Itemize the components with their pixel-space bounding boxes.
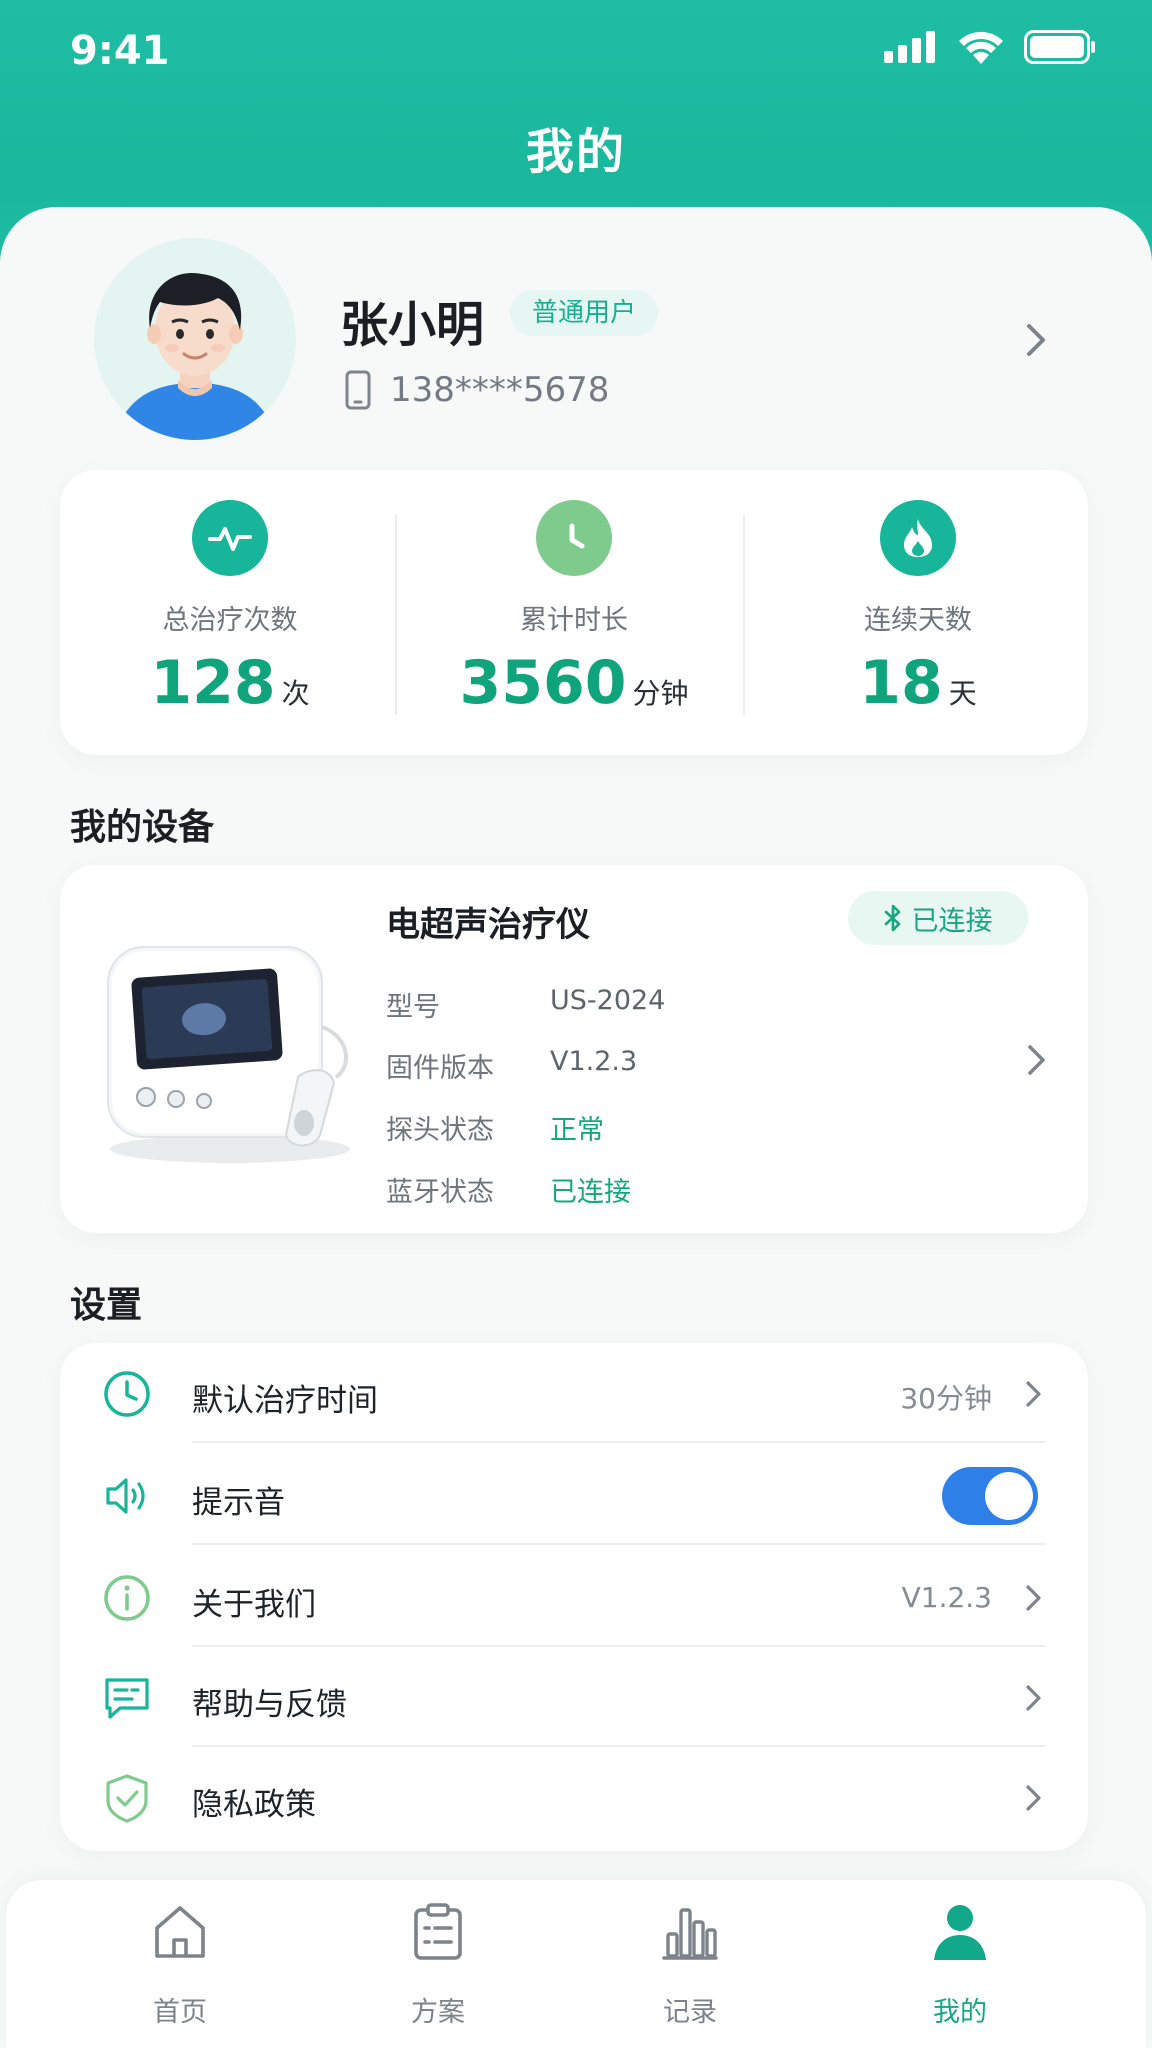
device-name: 电超声治疗仪	[386, 905, 590, 945]
status-time: 9:41	[70, 28, 170, 74]
stat-value: 3560 分钟	[404, 648, 744, 718]
connection-status-badge: 已连接	[848, 891, 1028, 945]
divider	[192, 1543, 1046, 1545]
divider	[192, 1441, 1046, 1443]
stat-label: 总治疗次数	[162, 605, 298, 636]
battery-icon	[1024, 30, 1095, 64]
setting-sound: 提示音	[60, 1445, 1088, 1545]
tab-label: 记录	[663, 1997, 717, 2028]
chevron-right-icon	[1026, 1785, 1041, 1811]
device-info-value: 已连接	[550, 1177, 631, 1208]
stat-streak-days: 连续天数 18 天	[748, 470, 1088, 755]
device-info-key: 探头状态	[386, 1115, 494, 1146]
user-level-badge: 普通用户	[510, 290, 659, 336]
stat-total-duration: 累计时长 3560 分钟	[404, 470, 744, 755]
tab-bar: 首页 方案 记录 我的	[6, 1880, 1146, 2048]
device-info-key: 蓝牙状态	[386, 1177, 494, 1208]
stat-label: 连续天数	[864, 605, 972, 636]
setting-label: 默认治疗时间	[192, 1383, 378, 1419]
avatar-illustration	[114, 272, 276, 440]
feedback-icon	[105, 1678, 149, 1719]
sound-toggle[interactable]	[942, 1467, 1038, 1525]
user-icon	[934, 1905, 986, 1960]
bar-chart-icon	[662, 1908, 718, 1960]
stat-label: 累计时长	[520, 605, 628, 636]
speaker-icon	[106, 1478, 145, 1514]
device-info-key: 型号	[386, 992, 440, 1023]
stat-unit: 次	[281, 677, 310, 710]
stat-number: 3560	[459, 648, 627, 718]
setting-help-feedback[interactable]: 帮助与反馈	[60, 1647, 1088, 1747]
setting-value: 30分钟	[900, 1382, 992, 1415]
clock-icon	[536, 500, 612, 576]
setting-privacy-policy[interactable]: 隐私政策	[60, 1747, 1088, 1847]
tab-profile[interactable]: 我的	[850, 1880, 1070, 2048]
chevron-right-icon[interactable]	[1024, 322, 1048, 358]
setting-value: V1.2.3	[901, 1581, 992, 1614]
chevron-right-icon[interactable]	[1026, 1043, 1048, 1077]
setting-label: 隐私政策	[192, 1787, 316, 1823]
settings-card: 默认治疗时间 30分钟 提示音 关于我们 V1.2.3 帮助与反馈 隐私政策	[60, 1343, 1088, 1851]
chevron-right-icon	[1026, 1381, 1041, 1407]
bluetooth-icon	[884, 904, 900, 932]
stats-card: 总治疗次数 128 次 累计时长 3560 分钟 连续天数 18 天	[60, 470, 1088, 755]
phone-number: 138****5678	[390, 370, 610, 410]
wifi-icon	[959, 31, 1003, 64]
setting-label: 帮助与反馈	[192, 1687, 347, 1723]
signal-icon	[884, 31, 935, 63]
user-name: 张小明	[340, 297, 485, 353]
stat-value: 128 次	[60, 648, 400, 718]
chevron-right-icon	[1026, 1585, 1041, 1611]
stat-unit: 分钟	[632, 677, 689, 710]
device-card[interactable]: 电超声治疗仪 已连接 型号 US-2024 固件版本 V1.2.3 探头状态 正…	[60, 865, 1088, 1233]
info-icon	[104, 1575, 150, 1621]
stat-number: 18	[859, 648, 943, 718]
device-image	[107, 946, 350, 1163]
stat-number: 128	[150, 648, 276, 718]
status-icons	[884, 30, 1096, 64]
tab-label: 我的	[933, 1997, 987, 2028]
setting-default-duration[interactable]: 默认治疗时间 30分钟	[60, 1343, 1088, 1443]
setting-label: 提示音	[192, 1485, 285, 1521]
tab-label: 首页	[153, 1997, 207, 2028]
home-icon	[155, 1906, 205, 1958]
tab-home[interactable]: 首页	[70, 1880, 290, 2048]
tab-label: 方案	[411, 1997, 465, 2028]
device-info-value: US-2024	[550, 985, 666, 1016]
tab-plans[interactable]: 方案	[328, 1880, 548, 2048]
setting-label: 关于我们	[192, 1587, 316, 1623]
shield-check-icon	[106, 1774, 148, 1823]
setting-about[interactable]: 关于我们 V1.2.3	[60, 1547, 1088, 1647]
clipboard-icon	[414, 1903, 462, 1960]
chevron-right-icon	[1026, 1685, 1041, 1711]
device-info-value: V1.2.3	[550, 1046, 638, 1077]
connection-status-text: 已连接	[911, 905, 993, 937]
flame-icon	[880, 500, 956, 576]
device-info-key: 固件版本	[386, 1053, 494, 1084]
clock-outline-icon	[104, 1371, 150, 1417]
phone-icon	[345, 370, 371, 410]
device-info-value: 正常	[550, 1115, 604, 1146]
toggle-knob	[985, 1472, 1033, 1520]
section-title-devices: 我的设备	[70, 807, 215, 848]
section-title-settings: 设置	[70, 1285, 143, 1326]
tab-records[interactable]: 记录	[580, 1880, 800, 2048]
stat-unit: 天	[948, 677, 977, 710]
page-title: 我的	[525, 124, 626, 180]
stat-value: 18 天	[748, 648, 1088, 718]
activity-icon	[192, 500, 268, 576]
avatar[interactable]	[94, 238, 296, 440]
divider	[395, 515, 397, 715]
divider	[743, 515, 745, 715]
stat-total-sessions: 总治疗次数 128 次	[60, 470, 400, 755]
